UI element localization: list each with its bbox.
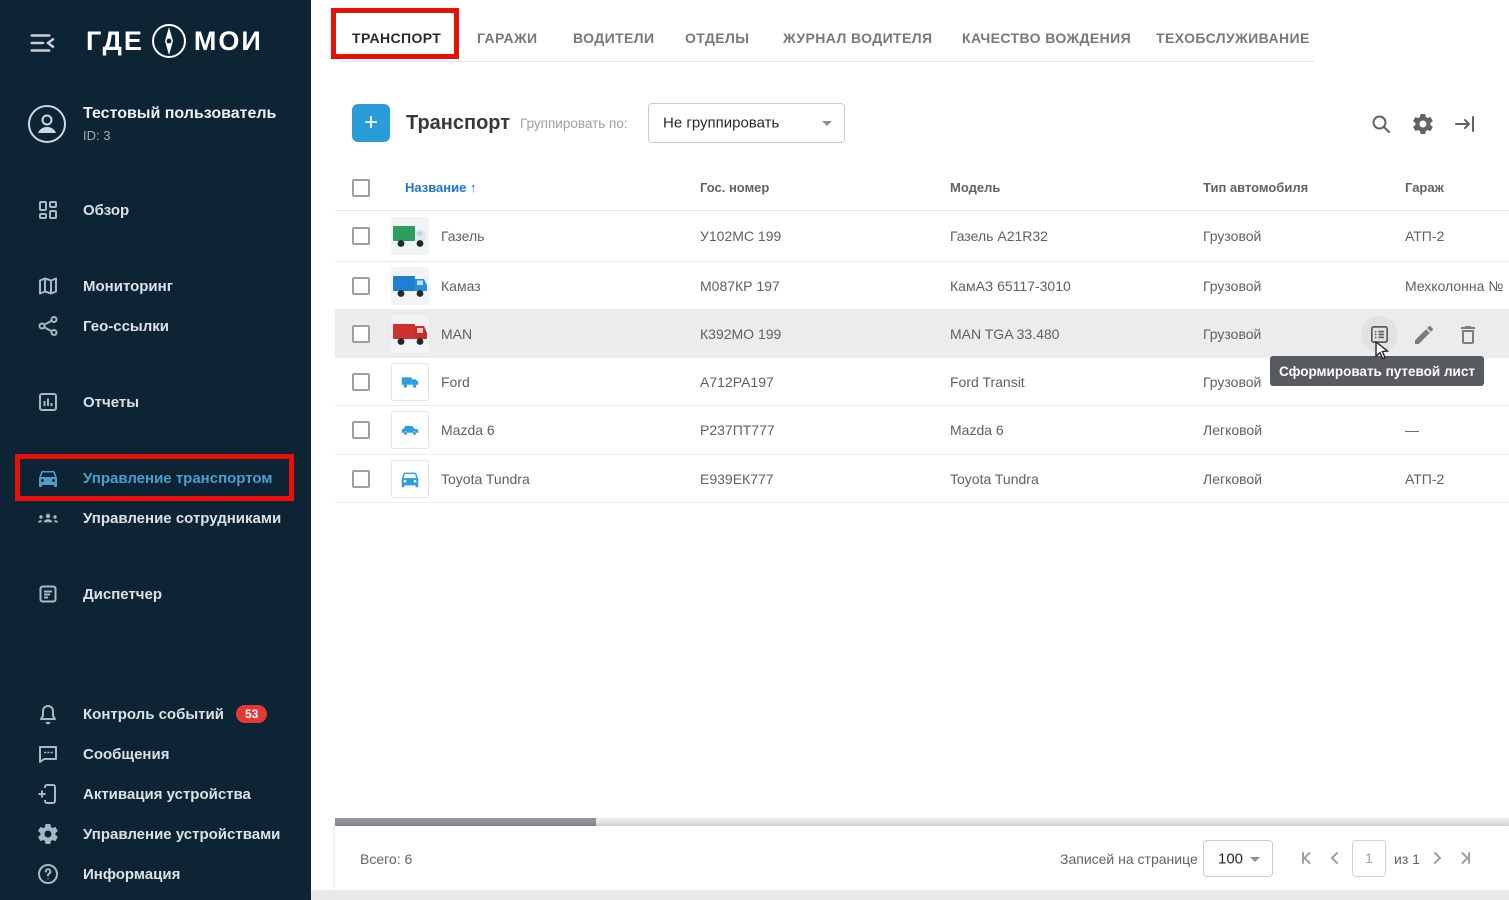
vehicle-photo-blue-truck: [391, 267, 429, 305]
row-checkbox[interactable]: [352, 421, 370, 439]
vehicle-car-front-icon: [391, 460, 429, 498]
edit-icon[interactable]: [1412, 323, 1436, 347]
user-id: ID: 3: [83, 128, 276, 143]
tab-driver-journal[interactable]: ЖУРНАЛ ВОДИТЕЛЯ: [783, 30, 932, 46]
horizontal-scrollbar[interactable]: [335, 818, 1509, 826]
tab-maintenance[interactable]: ТЕХОБСЛУЖИВАНИЕ: [1156, 30, 1310, 46]
table-header: Название ↑ Гос. номер Модель Тип автомоб…: [335, 164, 1509, 211]
vehicle-photo-red-truck: [391, 315, 429, 353]
user-name: Тестовый пользователь: [83, 105, 276, 123]
share-icon: [36, 314, 60, 338]
chevron-down-icon: [1250, 857, 1260, 862]
device-add-icon: [36, 782, 60, 806]
group-by-select[interactable]: Не группировать: [648, 103, 845, 143]
search-icon[interactable]: [1369, 112, 1393, 136]
row-checkbox[interactable]: [352, 470, 370, 488]
vehicle-photo-green-truck: [391, 217, 429, 255]
page-title: Транспорт: [406, 112, 510, 135]
delete-icon[interactable]: [1456, 323, 1480, 347]
people-icon: [36, 506, 60, 530]
help-icon: [36, 862, 60, 886]
tabs-underline: [340, 61, 1315, 62]
tab-transport[interactable]: ТРАНСПОРТ: [352, 30, 441, 46]
collapse-panel-icon[interactable]: [1453, 112, 1477, 136]
tab-driving-quality[interactable]: КАЧЕСТВО ВОЖДЕНИЯ: [962, 30, 1131, 46]
mouse-cursor: [1374, 341, 1392, 361]
table-row-hovered[interactable]: MAN К392МО 199 MAN TGA 33.480 Грузовой: [335, 310, 1509, 358]
reports-icon: [36, 390, 60, 414]
compass-icon: [146, 18, 192, 64]
logo-text-right: МОИ: [194, 26, 263, 57]
total-count: Всего: 6: [360, 851, 412, 867]
tab-drivers[interactable]: ВОДИТЕЛИ: [573, 30, 654, 46]
sidebar-item-device-activation[interactable]: Активация устройства: [0, 774, 311, 814]
per-page-label: Записей на странице: [1060, 851, 1198, 867]
table-row[interactable]: Toyota Tundra Е939ЕК777 Toyota Tundra Ле…: [335, 455, 1509, 503]
event-count-badge: 53: [236, 705, 267, 723]
row-checkbox[interactable]: [352, 277, 370, 295]
row-checkbox[interactable]: [352, 227, 370, 245]
next-page-icon[interactable]: [1427, 848, 1447, 868]
app-root: ГДЕ МОИ Тестовый пользователь: [0, 0, 1509, 900]
pagination-bar: Всего: 6 Записей на странице 100 1 из 1: [335, 826, 1509, 890]
select-all-checkbox[interactable]: [352, 179, 370, 197]
add-vehicle-button[interactable]: +: [352, 104, 390, 142]
tab-departments[interactable]: ОТДЕЛЫ: [685, 30, 749, 46]
sidebar-item-geolinks[interactable]: Гео-ссылки: [0, 306, 311, 346]
table-settings-icon[interactable]: [1411, 112, 1435, 136]
group-by-value: Не группировать: [663, 115, 779, 132]
current-page-input[interactable]: 1: [1352, 840, 1386, 877]
column-header-type[interactable]: Тип автомобиля: [1203, 180, 1308, 195]
sidebar-item-reports[interactable]: Отчеты: [0, 382, 311, 422]
dispatcher-icon: [36, 582, 60, 606]
table-row[interactable]: Mazda 6 Р237ПТ777 Mazda 6 Легковой —: [335, 406, 1509, 455]
group-by-label: Группировать по:: [520, 116, 628, 131]
column-header-garage[interactable]: Гараж: [1405, 180, 1444, 195]
per-page-value: 100: [1218, 850, 1243, 867]
page-of-label: из 1: [1394, 851, 1420, 867]
last-page-icon[interactable]: [1455, 848, 1475, 868]
chat-icon: [36, 742, 60, 766]
sidebar-item-device-management[interactable]: Управление устройствами: [0, 814, 311, 854]
sidebar-item-messages[interactable]: Сообщения: [0, 734, 311, 774]
gear-icon: [36, 822, 60, 846]
bell-icon: [36, 702, 60, 726]
horizontal-scrollbar-thumb[interactable]: [335, 818, 596, 826]
car-icon: [36, 466, 60, 490]
column-header-model[interactable]: Модель: [950, 180, 1000, 195]
prev-page-icon[interactable]: [1325, 848, 1345, 868]
table-row[interactable]: Газель У102МС 199 Газель А21R32 Грузовой…: [335, 211, 1509, 262]
avatar-icon: [27, 104, 67, 144]
sidebar-item-employee-management[interactable]: Управление сотрудниками: [0, 498, 311, 538]
vehicle-truck-icon: [391, 363, 429, 401]
menu-collapse-icon[interactable]: [28, 28, 58, 56]
sidebar: ГДЕ МОИ Тестовый пользователь: [0, 0, 311, 900]
user-profile[interactable]: Тестовый пользователь ID: 3: [27, 104, 276, 144]
dashboard-icon: [36, 198, 60, 222]
per-page-select[interactable]: 100: [1203, 840, 1273, 877]
app-logo: ГДЕ МОИ: [86, 18, 263, 64]
row-checkbox[interactable]: [352, 373, 370, 391]
tab-garages[interactable]: ГАРАЖИ: [477, 30, 538, 46]
bottom-strip: [311, 890, 1509, 900]
sidebar-item-event-control[interactable]: Контроль событий 53: [0, 694, 311, 734]
sort-asc-icon: ↑: [470, 180, 477, 195]
sidebar-item-dispatcher[interactable]: Диспетчер: [0, 574, 311, 614]
logo-text-left: ГДЕ: [86, 26, 144, 57]
map-icon: [36, 274, 60, 298]
column-header-plate[interactable]: Гос. номер: [700, 180, 769, 195]
sidebar-item-monitoring[interactable]: Мониторинг: [0, 266, 311, 306]
vehicle-sedan-icon: [391, 411, 429, 449]
sidebar-item-transport-management[interactable]: Управление транспортом: [0, 458, 311, 498]
row-checkbox[interactable]: [352, 325, 370, 343]
table-row[interactable]: Камаз М087КР 197 КамАЗ 65117-3010 Грузов…: [335, 262, 1509, 310]
chevron-down-icon: [822, 121, 832, 126]
sidebar-item-overview[interactable]: Обзор: [0, 190, 311, 230]
sidebar-item-information[interactable]: Информация: [0, 854, 311, 894]
first-page-icon[interactable]: [1297, 848, 1317, 868]
column-header-name[interactable]: Название ↑: [405, 180, 477, 195]
